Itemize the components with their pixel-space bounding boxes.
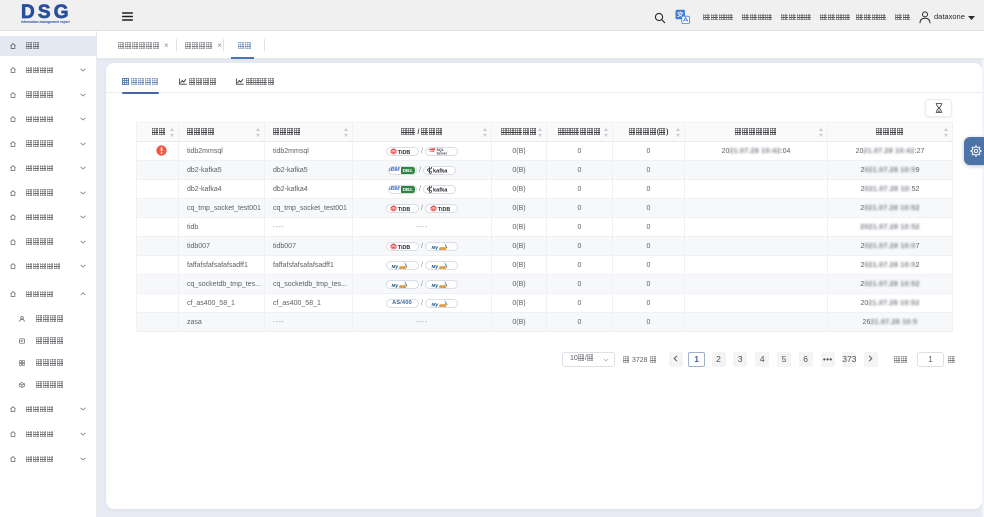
svg-text:SQL: SQL [439, 246, 446, 250]
svg-text:My: My [392, 264, 399, 270]
svg-text:SQL: SQL [439, 303, 446, 307]
svg-text:TiDB: TiDB [398, 244, 411, 249]
svg-text:SQL: SQL [399, 284, 406, 288]
svg-text:kafka: kafka [433, 187, 448, 193]
svg-text:SQL: SQL [439, 284, 446, 288]
svg-text:My: My [431, 283, 438, 289]
svg-text:TiDB: TiDB [438, 206, 451, 211]
svg-text:My: My [431, 302, 438, 308]
svg-text:My: My [431, 264, 438, 270]
svg-text:SQL: SQL [399, 265, 406, 269]
svg-text:SQL: SQL [439, 265, 446, 269]
svg-text:kafka: kafka [433, 168, 448, 174]
svg-text:My: My [431, 245, 438, 251]
svg-text:My: My [392, 283, 399, 289]
svg-text:TiDB: TiDB [398, 206, 411, 211]
svg-text:Server: Server [436, 152, 447, 155]
svg-text:TiDB: TiDB [398, 149, 411, 154]
